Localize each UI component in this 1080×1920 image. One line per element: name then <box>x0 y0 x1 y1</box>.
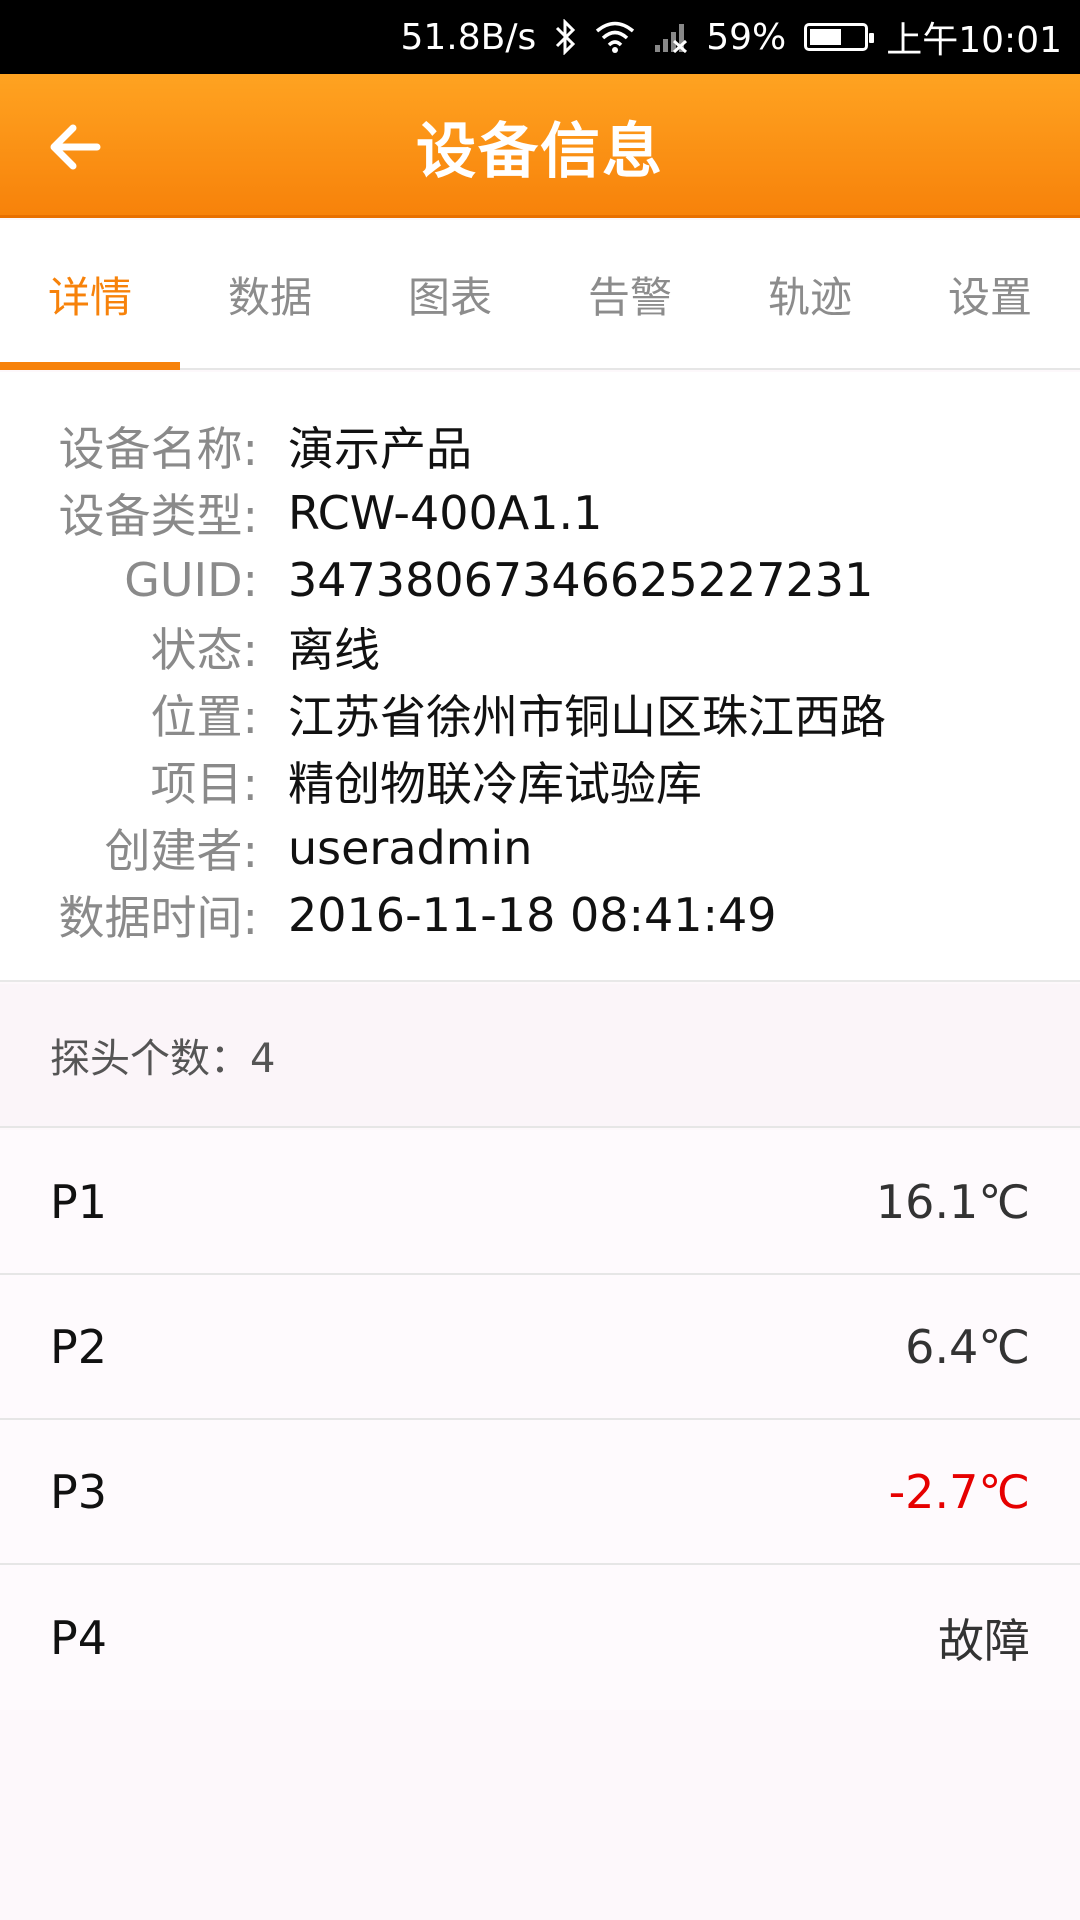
bluetooth-icon <box>554 19 576 55</box>
probe-name: P2 <box>50 1319 108 1374</box>
detail-label: 创建者: <box>104 823 259 878</box>
signal-icon <box>654 21 688 53</box>
detail-label: 项目: <box>150 756 259 811</box>
battery-percent: 59% <box>706 16 787 58</box>
clock: 上午10:01 <box>886 20 1062 61</box>
probe-count: 探头个数：4 <box>0 984 1080 1128</box>
probe-row-p1[interactable]: P1 16.1℃ <box>0 1130 1080 1275</box>
device-details: 设备名称: 演示产品 设备类型: RCW-400A1.1 GUID: 34738… <box>0 372 1080 982</box>
probe-value: 故障 <box>938 1613 1030 1668</box>
detail-row-type: 设备类型: RCW-400A1.1 <box>0 479 1080 546</box>
detail-value: 3473806734662522​7231 <box>288 552 874 607</box>
probe-row-p2[interactable]: P2 6.4℃ <box>0 1275 1080 1420</box>
probe-name: P1 <box>50 1174 108 1229</box>
detail-value: 2016-11-18 08:41:49 <box>288 887 777 942</box>
tab-settings[interactable]: 设置 <box>900 220 1080 368</box>
back-button[interactable] <box>40 112 110 182</box>
tab-chart[interactable]: 图表 <box>360 220 540 368</box>
detail-value: 离线 <box>288 622 380 677</box>
tab-bar: 详情 数据 图表 告警 轨迹 设置 <box>0 220 1080 370</box>
wifi-icon <box>594 20 636 54</box>
status-bar: 51.8B/s 59% 上午10:01 <box>0 0 1080 74</box>
probe-name: P3 <box>50 1464 108 1519</box>
probe-value: 6.4℃ <box>905 1319 1030 1374</box>
arrow-left-icon <box>50 124 101 170</box>
detail-value: RCW-400A1.1 <box>288 485 603 540</box>
app-bar: 设备信息 <box>0 74 1080 218</box>
detail-value: 演示产品 <box>288 421 472 476</box>
probe-name: P4 <box>50 1610 108 1665</box>
tab-details[interactable]: 详情 <box>0 220 180 370</box>
probe-value: 16.1℃ <box>875 1174 1030 1229</box>
detail-row-guid: GUID: 3473806734662522​7231 <box>0 546 1080 613</box>
detail-row-data-time: 数据时间: 2016-11-18 08:41:49 <box>0 881 1080 948</box>
detail-label: 状态: <box>150 622 259 677</box>
probe-list: P1 16.1℃ P2 6.4℃ P3 -2.7℃ P4 故障 <box>0 1130 1080 1710</box>
detail-row-project: 项目: 精创物联冷库试验库 <box>0 747 1080 814</box>
tab-alarm[interactable]: 告警 <box>540 220 720 368</box>
page-title: 设备信息 <box>416 116 664 187</box>
detail-row-location: 位置: 江苏省徐州市铜山区珠江西路 <box>0 680 1080 747</box>
detail-row-creator: 创建者: useradmin <box>0 814 1080 881</box>
detail-label: 数据时间: <box>58 890 259 945</box>
probe-value: -2.7℃ <box>888 1464 1030 1519</box>
tab-track[interactable]: 轨迹 <box>720 220 900 368</box>
detail-label: 设备类型: <box>58 488 259 543</box>
detail-label: 位置: <box>150 689 259 744</box>
detail-value: 精创物联冷库试验库 <box>288 756 702 811</box>
net-speed: 51.8B/s <box>400 16 537 58</box>
detail-row-name: 设备名称: 演示产品 <box>0 412 1080 479</box>
detail-row-status: 状态: 离线 <box>0 613 1080 680</box>
battery-icon <box>804 23 875 51</box>
detail-label: 设备名称: <box>58 421 259 476</box>
probe-row-p4[interactable]: P4 故障 <box>0 1565 1080 1710</box>
detail-label: GUID: <box>124 552 258 607</box>
tab-data[interactable]: 数据 <box>180 220 360 368</box>
probe-row-p3[interactable]: P3 -2.7℃ <box>0 1420 1080 1565</box>
detail-value: useradmin <box>288 820 533 875</box>
detail-value: 江苏省徐州市铜山区珠江西路 <box>288 689 886 744</box>
battery-fill <box>810 29 841 45</box>
